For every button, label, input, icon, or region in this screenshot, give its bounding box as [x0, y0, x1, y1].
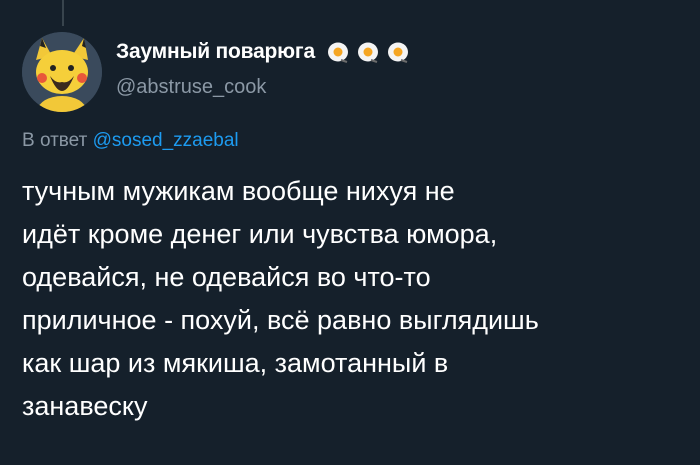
avatar[interactable]	[22, 32, 102, 112]
reply-to-prefix: В ответ	[22, 130, 88, 151]
reply-to-line: В ответ @sosed_zzaebal	[22, 130, 239, 152]
tweet-text-line: идёт кроме денег или чувства юмора,	[22, 219, 498, 249]
avatar-image	[22, 32, 102, 112]
tweet-text-line: тучным мужикам вообще нихуя не	[22, 176, 455, 206]
thread-connector-line	[62, 0, 64, 26]
fried-egg-icon	[387, 42, 408, 63]
tweet-text-line: как шар из мякиша, замотанный в	[22, 348, 449, 378]
reply-to-mention-link[interactable]: @sosed_zzaebal	[93, 130, 239, 151]
author-name-row: Заумный поварюга	[116, 40, 409, 64]
author-badges	[327, 41, 409, 63]
tweet-text-line: приличное - похуй, всё равно выглядишь	[22, 305, 539, 335]
author-display-name[interactable]: Заумный поварюга	[116, 40, 315, 64]
tweet-text: тучным мужикам вообще нихуя не идёт кром…	[22, 170, 692, 428]
author-handle[interactable]: @abstruse_cook	[116, 76, 266, 99]
fried-egg-icon	[327, 42, 348, 63]
tweet-text-line: занавеску	[22, 391, 148, 421]
fried-egg-icon	[357, 42, 378, 63]
tweet-text-line: одевайся, не одевайся во что-то	[22, 262, 431, 292]
